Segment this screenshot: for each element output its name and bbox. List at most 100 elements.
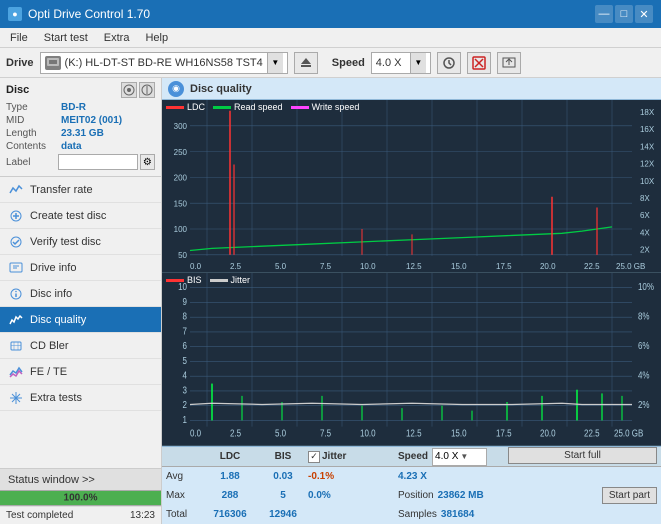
menu-bar: File Start test Extra Help bbox=[0, 28, 661, 48]
svg-text:5.0: 5.0 bbox=[275, 260, 286, 270]
speed-select[interactable]: 4.0 X ▼ bbox=[371, 52, 431, 74]
chart-header-title: Disc quality bbox=[190, 83, 252, 95]
total-bis: 12946 bbox=[258, 509, 308, 520]
svg-text:17.5: 17.5 bbox=[496, 260, 512, 270]
read-speed-color bbox=[213, 106, 231, 109]
stats-total-row: Total 716306 12946 Samples 381684 bbox=[162, 505, 661, 524]
status-window-button[interactable]: Status window >> bbox=[0, 468, 161, 490]
title-bar-left: ● Opti Drive Control 1.70 bbox=[8, 7, 150, 21]
jitter-checkbox[interactable]: ✓ bbox=[308, 451, 320, 463]
progress-bar-container: 100.0% bbox=[0, 490, 161, 506]
svg-text:6%: 6% bbox=[638, 340, 650, 351]
drive-bar: Drive (K:) HL-DT-ST BD-RE WH16NS58 TST4 … bbox=[0, 48, 661, 78]
speed-label: Speed bbox=[332, 57, 365, 69]
disc-info-icon bbox=[8, 286, 24, 302]
start-part-button[interactable]: Start part bbox=[602, 487, 657, 504]
svg-text:2%: 2% bbox=[638, 399, 650, 410]
menu-help[interactable]: Help bbox=[139, 30, 174, 46]
position-value: 23862 MB bbox=[438, 490, 484, 501]
toolbar-btn-2[interactable] bbox=[467, 52, 491, 74]
nav-transfer-rate[interactable]: Transfer rate bbox=[0, 177, 161, 203]
disc-type-value: BD-R bbox=[61, 102, 86, 113]
total-speed-group: Samples 381684 bbox=[398, 509, 508, 520]
maximize-button[interactable]: □ bbox=[615, 5, 633, 23]
write-speed-color bbox=[291, 106, 309, 109]
create-test-disc-icon bbox=[8, 208, 24, 224]
toolbar-btn-1[interactable] bbox=[437, 52, 461, 74]
speed-dropdown-arrow[interactable]: ▼ bbox=[410, 53, 426, 73]
svg-text:6: 6 bbox=[183, 340, 187, 351]
menu-file[interactable]: File bbox=[4, 30, 34, 46]
nav-disc-quality[interactable]: Disc quality bbox=[0, 307, 161, 333]
disc-icon-btn-2[interactable] bbox=[139, 82, 155, 98]
svg-text:22.5: 22.5 bbox=[584, 428, 600, 439]
chart1-container: 300 250 200 150 100 50 18X 16X 14X 12X 1… bbox=[162, 100, 661, 273]
charts-area: 300 250 200 150 100 50 18X 16X 14X 12X 1… bbox=[162, 100, 661, 446]
bis-color bbox=[166, 279, 184, 282]
speed-select-value: 4.0 X bbox=[435, 451, 458, 462]
svg-text:100: 100 bbox=[174, 224, 188, 234]
close-button[interactable]: ✕ bbox=[635, 5, 653, 23]
toolbar-btn-3[interactable] bbox=[497, 52, 521, 74]
stats-jitter-group: ✓ Jitter bbox=[308, 451, 398, 463]
total-ldc: 716306 bbox=[202, 509, 258, 520]
nav-fe-te[interactable]: FE / TE bbox=[0, 359, 161, 385]
ldc-color bbox=[166, 106, 184, 109]
menu-extra[interactable]: Extra bbox=[98, 30, 136, 46]
svg-text:14X: 14X bbox=[640, 141, 655, 151]
speed-value: 4.0 X bbox=[376, 57, 406, 69]
svg-text:20.0: 20.0 bbox=[540, 428, 556, 439]
minimize-button[interactable]: — bbox=[595, 5, 613, 23]
drive-dropdown-arrow[interactable]: ▼ bbox=[267, 53, 283, 73]
start-full-button[interactable]: Start full bbox=[508, 447, 657, 464]
disc-title: Disc bbox=[6, 84, 29, 96]
svg-text:5: 5 bbox=[183, 355, 187, 366]
svg-text:10X: 10X bbox=[640, 176, 655, 186]
stats-avg-row: Avg 1.88 0.03 -0.1% 4.23 X bbox=[162, 467, 661, 486]
svg-text:0.0: 0.0 bbox=[190, 260, 201, 270]
svg-text:18X: 18X bbox=[640, 107, 655, 117]
ldc-label: LDC bbox=[187, 102, 205, 112]
svg-text:2X: 2X bbox=[640, 244, 650, 254]
nav-create-test-disc[interactable]: Create test disc bbox=[0, 203, 161, 229]
start-buttons-col: Start full bbox=[508, 447, 657, 466]
svg-text:8%: 8% bbox=[638, 311, 650, 322]
label-button[interactable]: ⚙ bbox=[140, 154, 155, 170]
extra-tests-icon bbox=[8, 390, 24, 406]
disc-section: Disc bbox=[0, 78, 161, 177]
eject-button[interactable] bbox=[294, 52, 318, 74]
write-speed-label: Write speed bbox=[312, 102, 360, 112]
menu-start-test[interactable]: Start test bbox=[38, 30, 94, 46]
nav-verify-test-disc[interactable]: Verify test disc bbox=[0, 229, 161, 255]
svg-text:50: 50 bbox=[178, 250, 187, 260]
svg-text:250: 250 bbox=[174, 147, 188, 157]
nav-drive-info[interactable]: Drive info bbox=[0, 255, 161, 281]
svg-text:8: 8 bbox=[183, 311, 187, 322]
stats-speed-header: Speed bbox=[398, 451, 428, 462]
cd-bler-icon bbox=[8, 338, 24, 354]
nav-extra-tests[interactable]: Extra tests bbox=[0, 385, 161, 411]
chart2-legend: BIS Jitter bbox=[166, 275, 250, 285]
svg-text:150: 150 bbox=[174, 198, 188, 208]
disc-icon-btn-1[interactable] bbox=[121, 82, 137, 98]
chart2-svg: 10 9 8 7 6 5 4 3 2 1 10% 8% 6% 4% 2% bbox=[162, 273, 661, 445]
samples-value: 381684 bbox=[441, 509, 474, 520]
disc-header: Disc bbox=[6, 82, 155, 98]
nav-disc-info[interactable]: Disc info bbox=[0, 281, 161, 307]
disc-label-row: Label ⚙ bbox=[6, 154, 155, 170]
stats-bar: LDC BIS ✓ Jitter Speed 4.0 X ▼ Start ful… bbox=[162, 446, 661, 524]
speed-select-box[interactable]: 4.0 X ▼ bbox=[432, 448, 487, 466]
disc-mid-value: MEIT02 (001) bbox=[61, 115, 122, 126]
sidebar: Disc bbox=[0, 78, 162, 524]
svg-text:200: 200 bbox=[174, 172, 188, 182]
label-input[interactable] bbox=[58, 154, 138, 170]
svg-text:8X: 8X bbox=[640, 193, 650, 203]
svg-text:16X: 16X bbox=[640, 124, 655, 134]
nav-cd-bler[interactable]: CD Bler bbox=[0, 333, 161, 359]
disc-type-row: Type BD-R bbox=[6, 102, 155, 113]
svg-text:25.0 GB: 25.0 GB bbox=[614, 428, 643, 439]
window-controls: — □ ✕ bbox=[595, 5, 653, 23]
legend-jitter: Jitter bbox=[210, 275, 251, 285]
disc-length-row: Length 23.31 GB bbox=[6, 128, 155, 139]
drive-select[interactable]: (K:) HL-DT-ST BD-RE WH16NS58 TST4 ▼ bbox=[40, 52, 288, 74]
